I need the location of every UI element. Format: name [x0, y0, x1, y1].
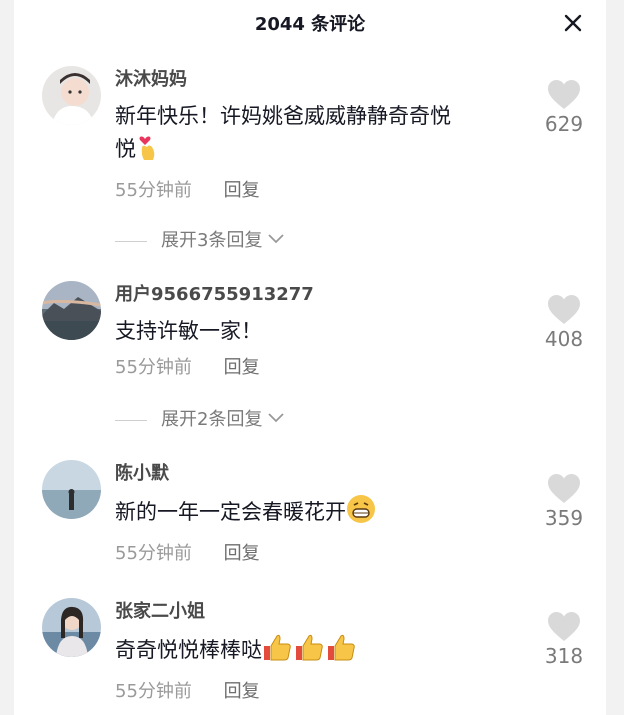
divider [115, 419, 147, 421]
comments-count-title: 2044 条评论 [254, 14, 366, 35]
thumbs-up-icon [262, 632, 358, 672]
close-icon [564, 14, 582, 32]
comment-text-line: 新年快乐！许妈姚爸威威静静奇奇悦 [115, 104, 451, 128]
like-button[interactable]: 629 [532, 80, 596, 136]
reply-button[interactable]: 回复 [224, 543, 260, 564]
heart-icon [548, 295, 580, 324]
comment-meta: 55分钟前 回复 [115, 177, 532, 205]
heart-icon [548, 612, 580, 641]
like-count: 318 [544, 644, 584, 668]
comment-username[interactable]: 沐沐妈妈 [115, 66, 532, 94]
avatar[interactable] [42, 66, 101, 125]
comment-text: 新年快乐！许妈姚爸威威静静奇奇悦 悦 [115, 100, 532, 171]
heart-icon [548, 474, 580, 503]
comment-username[interactable]: 陈小默 [115, 460, 532, 488]
expand-replies-button[interactable]: 展开3条回复 [115, 227, 284, 255]
comment-text-fragment: 新的一年一定会春暖花开 [115, 500, 346, 524]
comment-username[interactable]: 张家二小姐 [115, 598, 532, 626]
comment-time: 55分钟前 [115, 357, 192, 378]
chevron-down-icon [268, 413, 284, 423]
like-count: 359 [544, 506, 584, 530]
divider [115, 240, 147, 242]
grinning-face-icon [346, 494, 376, 534]
like-button[interactable]: 318 [532, 612, 596, 668]
avatar[interactable] [42, 281, 101, 340]
comment-text: 支持许敏一家！ [115, 319, 262, 343]
comment-text-line: 悦 [115, 133, 532, 171]
heart-icon [548, 80, 580, 109]
comment-text: 奇奇悦悦棒棒哒 [115, 632, 532, 672]
close-button[interactable] [558, 8, 588, 38]
expand-replies-button[interactable]: 展开2条回复 [115, 406, 284, 434]
comment-time: 55分钟前 [115, 681, 192, 702]
comment-meta: 55分钟前 回复 [115, 540, 532, 568]
comments-header: 2044 条评论 [14, 0, 606, 40]
avatar[interactable] [42, 598, 101, 657]
comments-sheet: 2044 条评论 沐沐妈妈 新年快乐！许妈姚爸威威静静奇奇悦 悦 55分钟前 回… [14, 0, 606, 715]
expand-replies-label: 展开2条回复 [161, 409, 263, 430]
like-count: 629 [544, 112, 584, 136]
reply-button[interactable]: 回复 [224, 681, 260, 702]
like-count: 408 [544, 327, 584, 351]
finger-heart-icon [136, 133, 158, 171]
chevron-down-icon [268, 234, 284, 244]
comment-time: 55分钟前 [115, 543, 192, 564]
comment-time: 55分钟前 [115, 180, 192, 201]
like-button[interactable]: 408 [532, 295, 596, 351]
comment-text: 新的一年一定会春暖花开 [115, 494, 532, 534]
comment-meta: 55分钟前 回复 [115, 354, 532, 382]
comment-meta: 55分钟前 回复 [115, 678, 532, 706]
comment-text-fragment: 悦 [115, 137, 136, 161]
comment-text-fragment: 奇奇悦悦棒棒哒 [115, 638, 262, 662]
avatar[interactable] [42, 460, 101, 519]
reply-button[interactable]: 回复 [224, 357, 260, 378]
reply-button[interactable]: 回复 [224, 180, 260, 201]
like-button[interactable]: 359 [532, 474, 596, 530]
expand-replies-label: 展开3条回复 [161, 230, 263, 251]
comment-username[interactable]: 用户9566755913277 [115, 281, 532, 309]
